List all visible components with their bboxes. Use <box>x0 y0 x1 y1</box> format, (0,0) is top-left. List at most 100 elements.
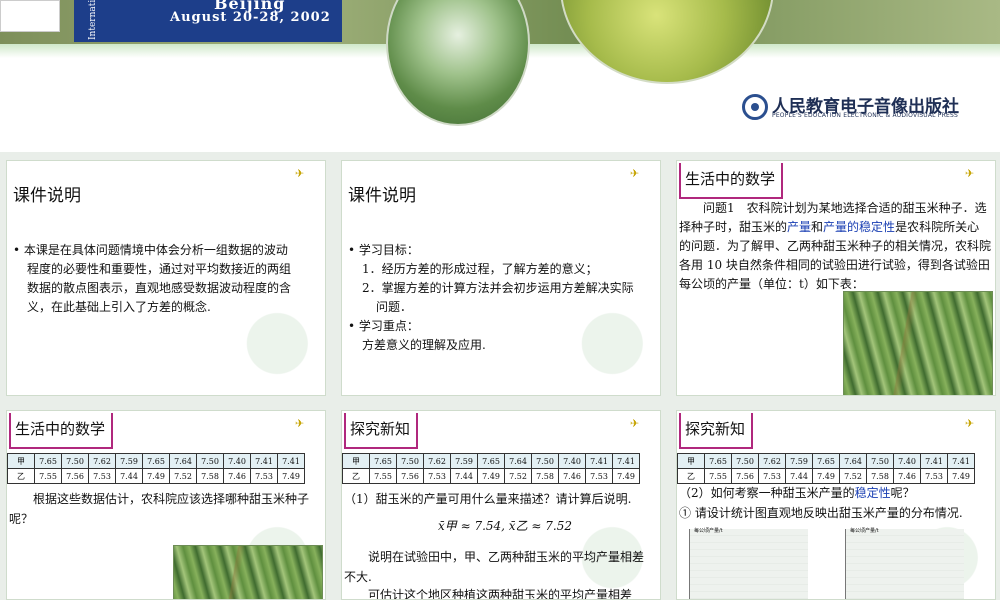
table-row: 甲 7.65 7.50 7.62 7.59 7.65 7.64 7.50 7.40 7.41 7.4… <box>7 453 305 469</box>
table-cell: 7.50 <box>396 453 424 469</box>
scatter-chart-yi: 每公顷产量/t <box>845 528 964 599</box>
plane-icon: ✈ <box>965 417 975 430</box>
table-cell: 7.41 <box>250 453 278 469</box>
table-cell: 7.55 <box>369 468 397 484</box>
conference-banner: Internati Beijing August 20-28, 2002 <box>74 0 342 42</box>
publisher-emblem-icon <box>742 94 768 120</box>
corn-photo <box>173 545 323 599</box>
table-cell: 7.52 <box>839 468 867 484</box>
slide-thumbnail-3[interactable]: ✈ 生活中的数学 问题1 农科院计划为某地选择合适的甜玉米种子．选择种子时，甜玉… <box>676 160 996 396</box>
question-text: ① 请设计统计图直观地反映出甜玉米产量的分布情况. <box>679 506 963 520</box>
header-area: Internati Beijing August 20-28, 2002 人民教… <box>0 0 1000 152</box>
table-cell: 7.64 <box>839 453 867 469</box>
slide-body: 可估计这个地区种植这两种甜玉米的平均产量相差 <box>368 588 633 600</box>
table-cell: 7.49 <box>477 468 505 484</box>
table-cell: 7.53 <box>250 468 278 484</box>
slide-body: • 学习目标： 1．经历方差的形成过程，了解方差的意义； 2．掌握方差的计算方法… <box>348 241 650 355</box>
table-cell: 7.53 <box>585 468 613 484</box>
table-cell: 甲 <box>342 453 370 469</box>
table-cell: 7.52 <box>169 468 197 484</box>
table-cell: 7.49 <box>277 468 305 484</box>
table-cell: 7.53 <box>423 468 451 484</box>
table-cell: 7.64 <box>169 453 197 469</box>
table-cell: 7.55 <box>34 468 62 484</box>
scatter-chart-jia: 每公顷产量/t <box>689 528 808 599</box>
body-line: • 学习重点： <box>348 319 419 333</box>
header-blank-box <box>0 0 60 32</box>
slide-thumbnail-6[interactable]: ✈ 探究新知 甲 7.65 7.50 7.62 7.59 7.65 7.64 7.50 7.40… <box>676 410 996 600</box>
banner-vertical-text: Internati <box>88 0 98 40</box>
table-cell: 7.49 <box>947 468 975 484</box>
table-cell: 7.56 <box>396 468 424 484</box>
table-cell: 7.62 <box>423 453 451 469</box>
field-photo-circle <box>560 0 774 84</box>
table-cell: 7.62 <box>88 453 116 469</box>
plane-icon: ✈ <box>295 417 305 430</box>
chart-axis-label: 每公顷产量/t <box>850 528 879 534</box>
table-cell: 7.40 <box>558 453 586 469</box>
table-cell: 7.58 <box>196 468 224 484</box>
yield-table: 甲 7.65 7.50 7.62 7.59 7.65 7.64 7.50 7.40 7.41 7.4… <box>342 453 640 484</box>
body-line: 程度的必要性和重要性，通过对平均数接近的两组 <box>27 262 292 276</box>
table-cell: 7.46 <box>893 468 921 484</box>
body-text: （2）如何考察一种甜玉米产量的 <box>679 486 855 500</box>
table-cell: 7.65 <box>142 453 170 469</box>
table-cell: 7.40 <box>893 453 921 469</box>
yield-table: 甲 7.65 7.50 7.62 7.59 7.65 7.64 7.50 7.40 7.41 7.4… <box>7 453 305 484</box>
highlight-text: 稳定性 <box>854 486 891 500</box>
plane-icon: ✈ <box>630 167 640 180</box>
table-cell: 7.53 <box>920 468 948 484</box>
table-cell: 7.53 <box>758 468 786 484</box>
table-cell: 7.59 <box>785 453 813 469</box>
table-cell: 乙 <box>677 468 705 484</box>
table-cell: 7.50 <box>196 453 224 469</box>
slide-thumbnail-1[interactable]: ✈ 课件说明 • 本课是在具体问题情境中体会分析一组数据的波动 程度的必要性和重… <box>6 160 326 396</box>
table-cell: 7.46 <box>223 468 251 484</box>
slide-title: 探究新知 <box>344 413 419 449</box>
table-cell: 7.44 <box>450 468 478 484</box>
table-cell: 7.65 <box>704 453 732 469</box>
table-row: 甲 7.65 7.50 7.62 7.59 7.65 7.64 7.50 7.40 7.41 7.4… <box>342 453 640 469</box>
slide-thumbnail-4[interactable]: ✈ 生活中的数学 甲 7.65 7.50 7.62 7.59 7.65 7.64 7.50 7.… <box>6 410 326 600</box>
banner-dates: August 20-28, 2002 <box>170 10 331 25</box>
body-text: 呢？ <box>890 486 915 500</box>
corn-photo <box>843 291 993 395</box>
table-cell: 7.56 <box>61 468 89 484</box>
table-row: 乙 7.55 7.56 7.53 7.44 7.49 7.52 7.58 7.46 7.53 7.4… <box>7 468 305 484</box>
table-cell: 7.62 <box>758 453 786 469</box>
table-cell: 7.53 <box>88 468 116 484</box>
table-row: 甲 7.65 7.50 7.62 7.59 7.65 7.64 7.50 7.40 7.41 7.4… <box>677 453 975 469</box>
table-cell: 7.65 <box>812 453 840 469</box>
table-cell: 7.41 <box>947 453 975 469</box>
table-cell: 7.58 <box>531 468 559 484</box>
slide-body: 说明在试验田中，甲、乙两种甜玉米的平均产量相差不大. <box>344 550 645 584</box>
slide-thumbnail-5[interactable]: ✈ 探究新知 甲 7.65 7.50 7.62 7.59 7.65 7.64 7.50 7.40… <box>341 410 661 600</box>
body-line: 方差意义的理解及应用. <box>362 338 486 352</box>
table-cell: 7.50 <box>866 453 894 469</box>
table-cell: 7.41 <box>585 453 613 469</box>
table-cell: 7.41 <box>277 453 305 469</box>
table-cell: 7.50 <box>61 453 89 469</box>
chart-axis-label: 每公顷产量/t <box>694 528 723 534</box>
table-cell: 7.41 <box>920 453 948 469</box>
table-cell: 7.50 <box>731 453 759 469</box>
body-line: • 学习目标： <box>348 243 419 257</box>
question-text: （2）如何考察一种甜玉米产量的稳定性呢？ <box>679 483 989 503</box>
mean-formula: x̄甲 ≈ 7.54, x̄乙 ≈ 7.52 <box>438 519 572 533</box>
table-cell: 7.58 <box>866 468 894 484</box>
plane-icon: ✈ <box>630 417 640 430</box>
highlight-text: 产量的稳定性 <box>823 220 896 234</box>
table-cell: 7.64 <box>504 453 532 469</box>
slide-thumbnail-2[interactable]: ✈ 课件说明 • 学习目标： 1．经历方差的形成过程，了解方差的意义； 2．掌握… <box>341 160 661 396</box>
table-cell: 甲 <box>7 453 35 469</box>
body-line: 问题． <box>376 300 413 314</box>
table-cell: 甲 <box>677 453 705 469</box>
table-cell: 乙 <box>342 468 370 484</box>
slide-title: 生活中的数学 <box>679 163 784 199</box>
body-line: • 本课是在具体问题情境中体会分析一组数据的波动 <box>13 243 288 257</box>
slide-body: • 本课是在具体问题情境中体会分析一组数据的波动 程度的必要性和重要性，通过对平… <box>13 241 315 317</box>
table-cell: 7.65 <box>477 453 505 469</box>
body-line: 数据的散点图表示，直观地感受数据波动程度的含 <box>27 281 292 295</box>
yield-table: 甲 7.65 7.50 7.62 7.59 7.65 7.64 7.50 7.40 7.41 7.4… <box>677 453 975 484</box>
table-cell: 7.59 <box>450 453 478 469</box>
